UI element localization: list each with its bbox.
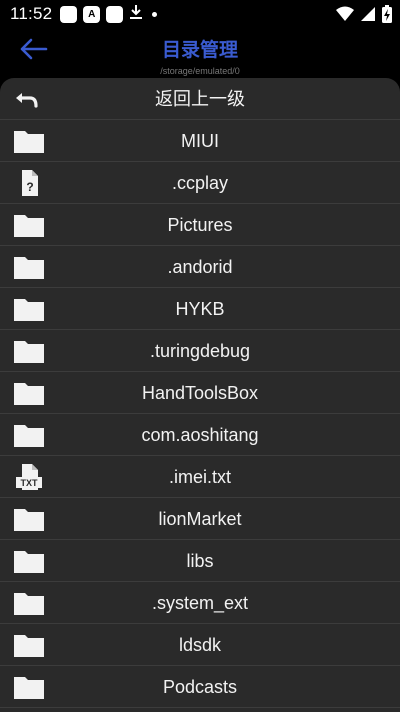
list-item[interactable]: Podcasts xyxy=(0,666,400,708)
wifi-icon xyxy=(336,6,354,27)
notification-app2-icon xyxy=(106,5,124,23)
list-item[interactable]: lionMarket xyxy=(0,498,400,540)
list-item-label: Podcasts xyxy=(162,677,238,697)
list-item[interactable]: libs xyxy=(0,540,400,582)
battery-charging-icon xyxy=(382,5,392,28)
list-item-label: MIUI xyxy=(181,131,219,151)
notification-app-icon xyxy=(60,5,78,23)
more-notifications-dot-icon xyxy=(152,11,158,17)
status-bar: 11:52 A xyxy=(0,0,400,28)
list-item[interactable]: .turingdebug xyxy=(0,330,400,372)
list-item-label: 返回上一级 xyxy=(155,89,245,109)
list-item[interactable]: ? .ccplay xyxy=(0,162,400,204)
download-icon xyxy=(129,4,143,25)
list-item-label: .andorid xyxy=(167,257,233,277)
list-item[interactable]: Pictures xyxy=(0,204,400,246)
current-path: /storage/emulated/0 xyxy=(160,66,240,76)
cellular-signal-icon xyxy=(360,6,376,27)
page-title: 目录管理 xyxy=(161,40,238,61)
list-item[interactable]: TXT .imei.txt xyxy=(0,456,400,498)
list-item[interactable]: HandToolsBox xyxy=(0,372,400,414)
list-item-back-up[interactable]: 返回上一级 xyxy=(0,78,400,120)
list-item-label: Pictures xyxy=(167,215,233,235)
list-item-label: libs xyxy=(186,551,214,571)
list-item-label: .ccplay xyxy=(171,173,229,193)
list-item[interactable]: HYKB xyxy=(0,288,400,330)
status-right-icons xyxy=(336,5,392,28)
status-time: 11:52 xyxy=(10,4,53,23)
list-item[interactable]: com.aoshitang xyxy=(0,414,400,456)
list-item[interactable]: MIUI xyxy=(0,120,400,162)
notification-a-icon: A xyxy=(83,5,101,23)
list-item[interactable]: .andorid xyxy=(0,246,400,288)
list-item-label: com.aoshitang xyxy=(141,425,259,445)
list-item[interactable]: .system_ext xyxy=(0,582,400,624)
list-item-label: ldsdk xyxy=(178,635,222,655)
list-item-label: HYKB xyxy=(175,299,225,319)
list-item[interactable]: ldsdk xyxy=(0,624,400,666)
directory-list: 返回上一级 MIUI ? .ccplay Pictures .andorid H… xyxy=(0,78,400,712)
list-item-label: lionMarket xyxy=(158,509,242,529)
notification-icons: A xyxy=(60,4,158,25)
list-item-label: .imei.txt xyxy=(168,467,231,487)
list-item-label: HandToolsBox xyxy=(141,383,259,403)
list-item-label: .system_ext xyxy=(151,593,249,613)
list-item-label: .turingdebug xyxy=(149,341,251,361)
